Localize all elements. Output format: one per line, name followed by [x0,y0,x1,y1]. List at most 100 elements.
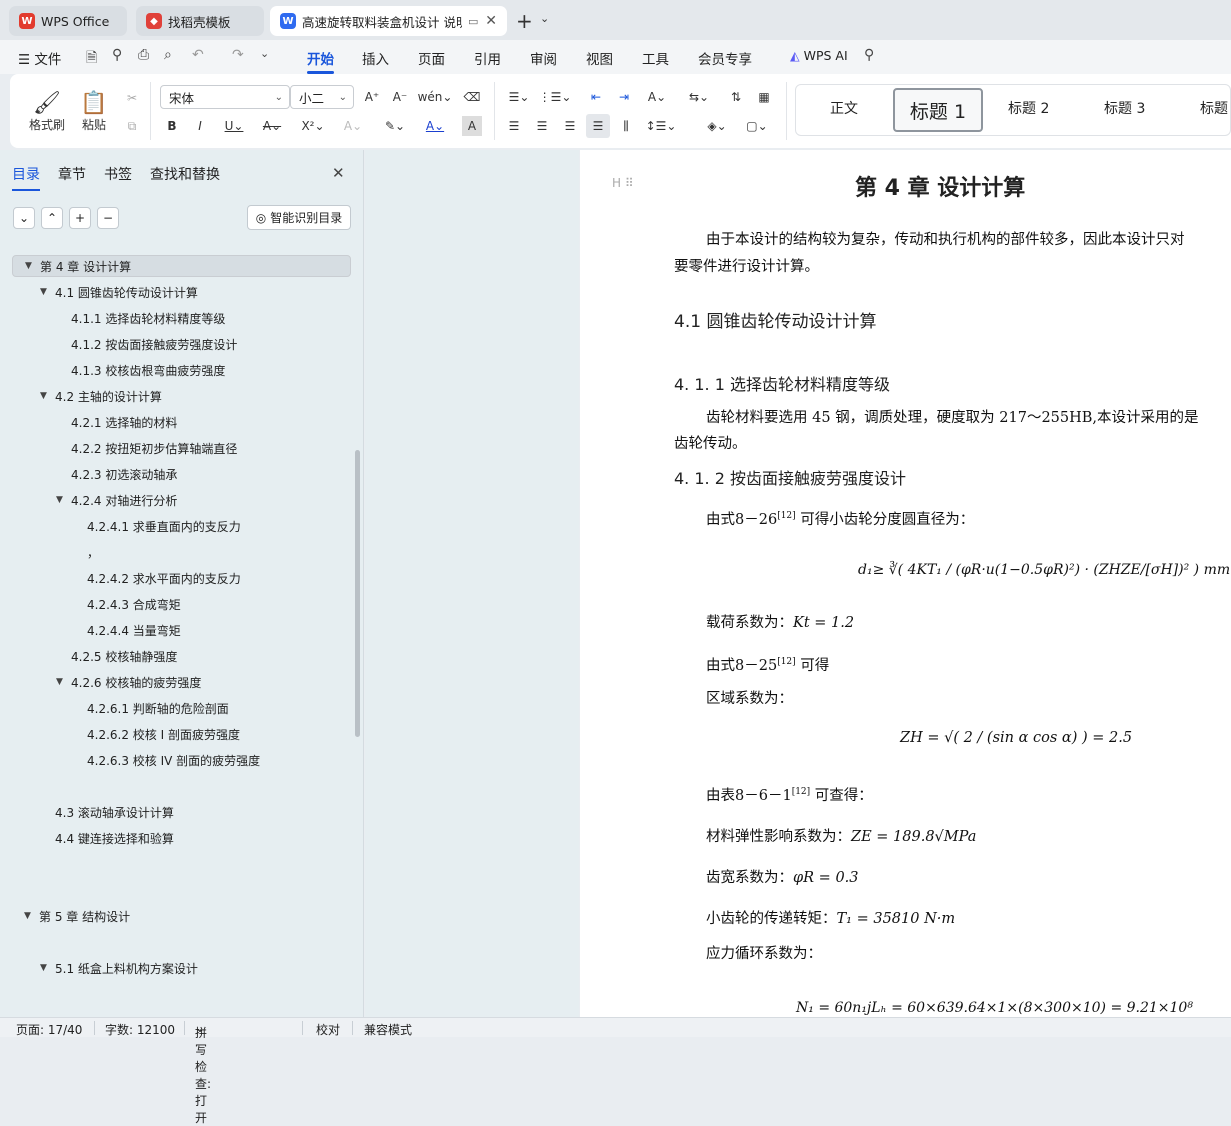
line-spacing-icon[interactable]: ↕☰⌄ [646,116,677,136]
toc-item[interactable]: 4.2.4.2 求水平面内的支反力 [87,567,241,589]
toc-item[interactable]: 4.2.3 初选滚动轴承 [71,463,177,485]
add-heading-button[interactable]: + [69,207,91,229]
bold-icon[interactable]: B [162,116,182,136]
undo-icon[interactable]: ↶ [192,47,204,63]
shading-icon[interactable]: ◈⌄ [702,116,732,136]
chevron-down-icon[interactable]: ⌄ [540,12,549,25]
print-preview-icon[interactable]: ⌕ [164,47,172,63]
search-icon[interactable]: ⚲ [864,47,874,63]
menu-review[interactable]: 审阅 [530,48,557,68]
sort-icon[interactable]: ⇅ [726,87,746,107]
superscript-icon[interactable]: X²⌄ [298,116,328,136]
strikethrough-icon[interactable]: A⌄ [258,116,286,136]
style-heading-2[interactable]: 标题 2 [1008,98,1049,118]
char-shading-icon[interactable]: A [462,116,482,136]
smart-toc-button[interactable]: ◎ 智能识别目录 [247,205,351,230]
page-indicator[interactable]: 页面: 17/40 [16,1021,82,1038]
toc-item[interactable]: ▼ 4.1 圆锥齿轮传动设计计算 [40,281,198,303]
menu-view[interactable]: 视图 [586,48,613,68]
copy-icon[interactable]: ⧉ [122,116,142,136]
menu-tools[interactable]: 工具 [642,48,669,68]
spell-check-toggle[interactable]: 拼写检查: 打开 ⌄ [195,1021,211,1125]
toc-item[interactable]: 4.2.1 选择轴的材料 [71,411,177,433]
font-size-select[interactable]: 小二 ⌄ [290,85,354,109]
close-icon[interactable]: ✕ [332,164,345,182]
distribute-icon[interactable]: ⫼ [616,116,636,136]
menu-home[interactable]: 开始 [307,48,334,74]
style-normal[interactable]: 正文 [830,98,858,118]
menu-member[interactable]: 会员专享 [698,48,752,68]
toc-item[interactable]: 4.4 键连接选择和验算 [55,827,174,849]
toc-item[interactable]: ▼ 4.2 主轴的设计计算 [40,385,162,407]
toc-item[interactable]: 4.1.2 按齿面接触疲劳强度设计 [71,333,237,355]
align-left-icon[interactable]: ☰ [504,116,524,136]
toc-item[interactable]: 4.2.4.1 求垂直面内的支反力 [87,515,241,537]
word-count[interactable]: 字数: 12100 [105,1021,175,1038]
toc-item[interactable]: 4.2.6.1 判断轴的危险剖面 [87,697,229,719]
toc-item[interactable]: ▼ 4.2.6 校核轴的疲劳强度 [56,671,201,693]
format-painter-button[interactable]: 🖌 格式刷 [24,84,70,140]
wps-ai-button[interactable]: ◭ WPS AI [790,48,848,63]
style-heading-3[interactable]: 标题 3 [1104,98,1145,118]
align-right-icon[interactable]: ☰ [560,116,580,136]
toc-item[interactable]: 4.2.2 按扭矩初步估算轴端直径 [71,437,237,459]
toc-item[interactable]: ▼ 第 4 章 设计计算 [12,255,351,277]
toc-item[interactable]: 4.2.5 校核轴静强度 [71,645,177,667]
expand-up-button[interactable]: ⌃ [41,207,63,229]
toc-item[interactable]: 4.2.4.4 当量弯矩 [87,619,181,641]
close-icon[interactable]: ✕ [485,13,497,29]
new-tab-icon[interactable]: + [516,9,533,33]
underline-icon[interactable]: U⌄ [220,116,248,136]
chevron-down-icon[interactable]: ⌄ [260,47,269,60]
toc-item[interactable]: 4.3 滚动轴承设计计算 [55,801,174,823]
tab-sections[interactable]: 章节 [58,164,86,184]
justify-icon[interactable]: ☰ [586,114,610,138]
scrollbar-thumb[interactable] [355,450,360,737]
phonetic-icon[interactable]: wén⌄ [418,87,453,107]
menu-insert[interactable]: 插入 [362,48,389,68]
menu-page[interactable]: 页面 [418,48,445,68]
tab-document[interactable]: W 高速旋转取料装盒机设计 说明 ▭ ✕ [270,6,507,36]
tab-bookmarks[interactable]: 书签 [104,164,132,184]
border-icon[interactable]: ▢⌄ [742,116,772,136]
print-icon[interactable]: ⎙ [138,47,149,63]
toc-item[interactable]: ▼ 4.2.4 对轴进行分析 [56,489,177,511]
toc-item[interactable]: 4.2.6.3 校核 IV 剖面的疲劳强度 [87,749,260,771]
tab-toc[interactable]: 目录 [12,164,40,191]
toc-item[interactable]: 4.1.1 选择齿轮材料精度等级 [71,307,225,329]
line-break-icon[interactable]: ⇆⌄ [684,87,714,107]
share-icon[interactable]: ⚲ [112,47,122,63]
file-menu[interactable]: ☰ 文件 [18,48,61,68]
tab-templates[interactable]: ◆ 找稻壳模板 [136,6,264,36]
toc-item[interactable]: ▼ 5.1 纸盒上料机构方案设计 [40,957,198,979]
style-heading[interactable]: 标题 [1200,98,1228,118]
toc-item[interactable]: ▼ 第 5 章 结构设计 [24,905,130,927]
text-effect-icon[interactable]: A⌄ [338,116,368,136]
font-family-select[interactable]: 宋体 ⌄ [160,85,290,109]
paste-button[interactable]: 📋 粘贴 [74,84,114,140]
document-page[interactable]: H ⠿ 第 4 章 设计计算 由于本设计的结构较为复杂，传动和执行机构的部件较多… [580,150,1231,1017]
bullet-list-icon[interactable]: ☰⌄ [504,87,534,107]
remove-heading-button[interactable]: − [97,207,119,229]
increase-indent-icon[interactable]: ⇥ [614,87,634,107]
style-heading-1[interactable]: 标题 1 [893,88,983,132]
clear-format-icon[interactable]: ⌫ [462,87,482,107]
save-icon[interactable]: 🗎 [86,47,97,71]
numbered-list-icon[interactable]: ⋮☰⌄ [539,87,572,107]
heading-handle-icon[interactable]: H ⠿ [612,176,634,190]
tab-find-replace[interactable]: 查找和替换 [150,164,220,184]
italic-icon[interactable]: I [190,116,210,136]
comment-icon[interactable]: ▭ [468,15,478,28]
toc-item[interactable]: ， [87,541,99,563]
text-direction-icon[interactable]: A⌄ [642,87,672,107]
increase-font-icon[interactable]: A⁺ [362,87,382,107]
decrease-indent-icon[interactable]: ⇤ [586,87,606,107]
cut-icon[interactable]: ✂ [122,88,142,108]
align-center-icon[interactable]: ☰ [532,116,552,136]
font-color-icon[interactable]: A⌄ [420,116,450,136]
tab-wps-office[interactable]: W WPS Office [9,6,127,36]
decrease-font-icon[interactable]: A⁻ [390,87,410,107]
toc-item[interactable]: 4.2.6.2 校核 I 剖面疲劳强度 [87,723,240,745]
toc-item[interactable]: 4.1.3 校核齿根弯曲疲劳强度 [71,359,225,381]
table-icon[interactable]: ▦ [754,87,774,107]
